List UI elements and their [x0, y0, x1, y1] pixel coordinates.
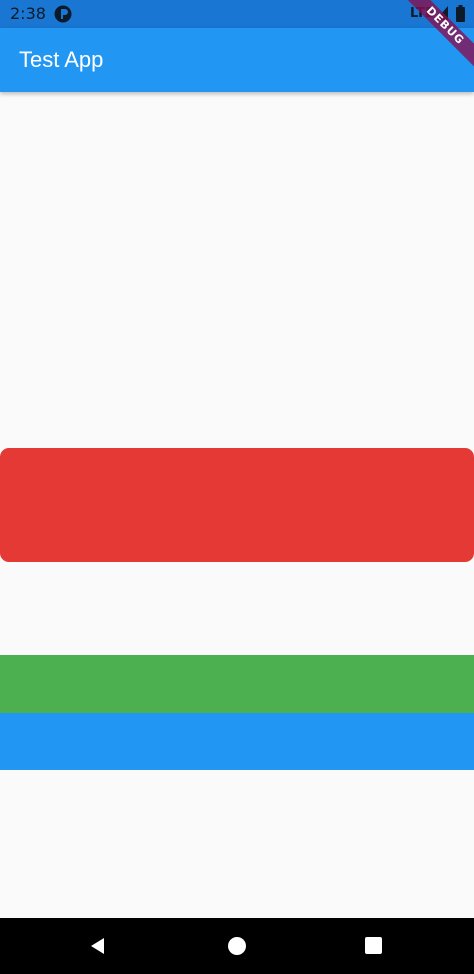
debug-banner: DEBUG [400, 0, 474, 71]
green-strip [0, 655, 474, 713]
back-icon[interactable] [88, 936, 108, 956]
app-notification-icon [54, 5, 72, 23]
recents-icon[interactable] [365, 937, 382, 954]
status-time: 2:38 [10, 4, 46, 23]
blue-strip [0, 713, 474, 770]
debug-banner-container: DEBUG [394, 0, 474, 80]
home-icon[interactable] [228, 937, 246, 955]
red-rounded-box [0, 448, 474, 562]
app-title: Test App [19, 47, 104, 72]
navigation-bar [0, 918, 474, 974]
